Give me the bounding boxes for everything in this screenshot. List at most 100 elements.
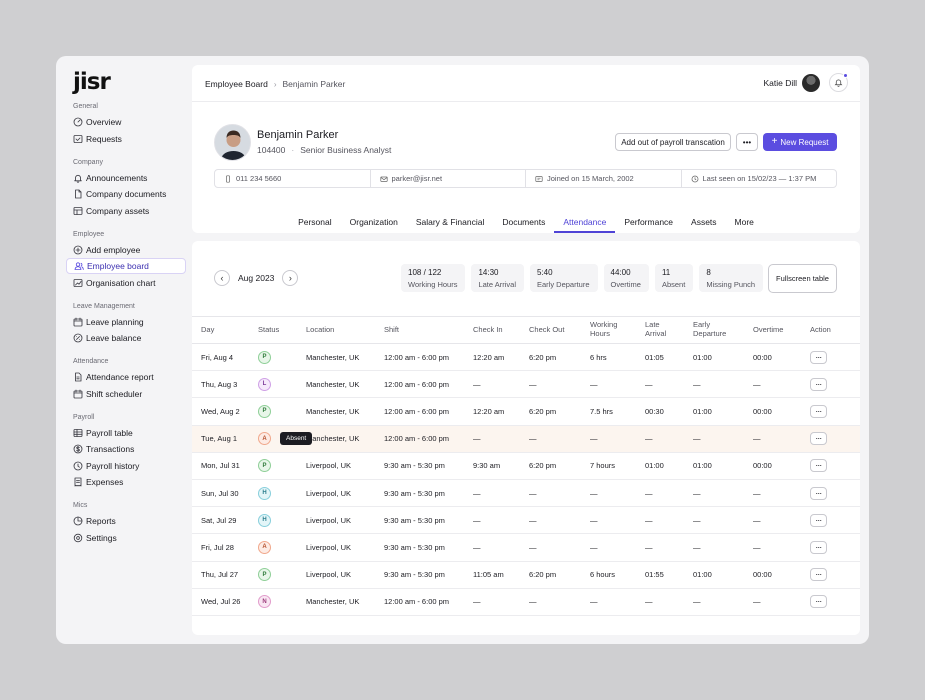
cell-shift: 9:30 am - 5:30 pm — [375, 561, 464, 589]
sidebar-item-employee-board[interactable]: Employee board — [66, 258, 186, 274]
row-action-button[interactable]: ... — [810, 459, 827, 473]
status-badge[interactable]: A — [258, 540, 271, 554]
table-row[interactable]: Thu, Aug 3 L Manchester, UK 12:00 am - 6:00… — [192, 370, 860, 399]
user-name: Katie Dill — [763, 78, 797, 88]
status-tooltip: Absent — [280, 431, 313, 445]
tab-organization[interactable]: Organization — [341, 210, 407, 233]
sidebar-item-payroll-table[interactable]: Payroll table — [66, 425, 186, 441]
table-row[interactable]: Tue, Aug 1 A Absent Manchester, UK 12:00 am … — [192, 425, 860, 453]
row-action-button[interactable]: ... — [810, 540, 827, 554]
cell-overtime: 00:00 — [744, 397, 801, 426]
sidebar-item-transactions[interactable]: Transactions — [66, 441, 186, 457]
avatar[interactable] — [802, 74, 820, 92]
cell-early: — — [684, 506, 744, 535]
fullscreen-table-button[interactable]: Fullscreen table — [768, 264, 837, 293]
cell-day: Mon, Jul 31 — [192, 452, 249, 480]
notification-button[interactable] — [829, 73, 848, 92]
month-navigator: ‹ Aug 2023 › — [214, 270, 299, 286]
bell-icon — [834, 79, 843, 87]
cell-overtime: — — [744, 370, 801, 399]
more-options-button[interactable]: ••• — [736, 133, 758, 151]
tab-attendance[interactable]: Attendance — [554, 210, 616, 233]
table-row[interactable]: Fri, Aug 4 P Manchester, UK 12:00 am - 6:00… — [192, 343, 860, 372]
sidebar-item-company-assets[interactable]: Company assets — [66, 203, 186, 219]
tab-documents[interactable]: Documents — [493, 210, 554, 233]
cell-check-in: 12:20 am — [464, 343, 520, 372]
stat-value: 108 / 122 — [408, 268, 442, 277]
status-badge[interactable]: P — [258, 404, 271, 418]
sidebar-item-attendance-report[interactable]: Attendance report — [66, 369, 186, 385]
status-badge[interactable]: N — [258, 595, 271, 609]
tab-performance[interactable]: Performance — [615, 210, 682, 233]
tab-personal[interactable]: Personal — [289, 210, 341, 233]
email-field[interactable]: parker@jisr.net — [371, 170, 526, 187]
cell-day: Sun, Jul 30 — [192, 479, 249, 508]
next-month-button[interactable]: › — [282, 270, 299, 286]
tab-salary-financial[interactable]: Salary & Financial — [407, 210, 494, 233]
status-badge[interactable]: H — [258, 486, 271, 500]
table-row[interactable]: Wed, Aug 2 P Manchester, UK 12:00 am - 6:00… — [192, 397, 860, 426]
new-request-button[interactable]: + New Request — [763, 133, 837, 151]
brand-logo[interactable]: jisr — [73, 69, 111, 95]
cell-location: Liverpool, UK — [297, 452, 375, 480]
phone-field[interactable]: 011 234 5660 — [215, 170, 371, 187]
sidebar-item-announcements[interactable]: Announcements — [66, 170, 186, 186]
table-row[interactable]: Wed, Jul 26 N Manchester, UK 12:00 am - 6:0… — [192, 588, 860, 616]
sidebar-item-requests[interactable]: Requests — [66, 131, 186, 147]
sidebar-item-organisation-chart[interactable]: Organisation chart — [66, 275, 186, 291]
cell-late: 00:30 — [636, 397, 684, 426]
table-row[interactable]: Sat, Jul 29 H Liverpool, UK 9:30 am - 5:30 … — [192, 506, 860, 535]
cell-hours: 6 hrs — [581, 343, 636, 372]
sidebar-item-leave-planning[interactable]: Leave planning — [66, 314, 186, 330]
row-action-button[interactable]: ... — [810, 513, 827, 527]
sidebar-item-leave-balance[interactable]: Leave balance — [66, 330, 186, 346]
stat-value: 5:40 — [537, 268, 553, 277]
status-badge[interactable]: H — [258, 513, 271, 527]
sidebar-item-overview[interactable]: Overview — [66, 114, 186, 130]
sidebar-item-expenses[interactable]: Expenses — [66, 474, 186, 490]
cell-check-in: — — [464, 506, 520, 535]
cell-check-in: — — [464, 588, 520, 616]
status-badge[interactable]: L — [258, 377, 271, 391]
breadcrumb-employee-board[interactable]: Employee Board — [205, 79, 268, 89]
user-menu[interactable]: Katie Dill — [763, 74, 820, 92]
row-action-button[interactable]: ... — [810, 486, 827, 500]
row-action-button[interactable]: ... — [810, 377, 827, 391]
tab-assets[interactable]: Assets — [682, 210, 726, 233]
stat-label: Early Departure — [537, 280, 590, 289]
cell-early: — — [684, 425, 744, 453]
add-payroll-transaction-button[interactable]: Add out of payroll transcation — [615, 133, 731, 151]
receipt-icon — [73, 477, 83, 487]
row-action-button[interactable]: ... — [810, 432, 827, 446]
status-badge[interactable]: P — [258, 459, 271, 473]
stat-missing-punch: 8 Missing Punch — [699, 264, 764, 292]
status-cell: A — [249, 533, 297, 562]
sidebar-item-add-employee[interactable]: Add employee — [66, 242, 186, 258]
table-row[interactable]: Mon, Jul 31 P Liverpool, UK 9:30 am - 5:30 … — [192, 452, 860, 480]
sidebar-item-company-documents[interactable]: Company documents — [66, 186, 186, 202]
row-action-button[interactable]: ... — [810, 350, 827, 364]
table-row[interactable]: Fri, Jul 28 A Liverpool, UK 9:30 am - 5:30 … — [192, 533, 860, 562]
history-icon — [73, 461, 83, 471]
cell-check-in: — — [464, 370, 520, 399]
row-action-button[interactable]: ... — [810, 568, 827, 582]
sidebar-item-settings[interactable]: Settings — [66, 530, 186, 546]
prev-month-button[interactable]: ‹ — [214, 270, 230, 286]
table-row[interactable]: Thu, Jul 27 P Liverpool, UK 9:30 am - 5:30 … — [192, 561, 860, 589]
sidebar-item-shift-scheduler[interactable]: Shift scheduler — [66, 386, 186, 402]
status-badge[interactable]: P — [258, 350, 271, 364]
app-window: jisr General Overview Requests Company Annou… — [56, 56, 869, 644]
sidebar-item-payroll-history[interactable]: Payroll history — [66, 458, 186, 474]
table-row[interactable]: Sun, Jul 30 H Liverpool, UK 9:30 am - 5:30 … — [192, 479, 860, 508]
cell-location: Liverpool, UK — [297, 479, 375, 508]
action-cell: ... — [801, 397, 860, 426]
status-badge[interactable]: A — [258, 432, 271, 446]
status-badge[interactable]: P — [258, 568, 271, 582]
cell-hours: — — [581, 588, 636, 616]
sidebar-item-reports[interactable]: Reports — [66, 513, 186, 529]
settings-icon — [73, 533, 83, 543]
tab-more[interactable]: More — [726, 210, 763, 233]
cell-day: Tue, Aug 1 — [192, 425, 249, 453]
row-action-button[interactable]: ... — [810, 595, 827, 609]
row-action-button[interactable]: ... — [810, 404, 827, 418]
